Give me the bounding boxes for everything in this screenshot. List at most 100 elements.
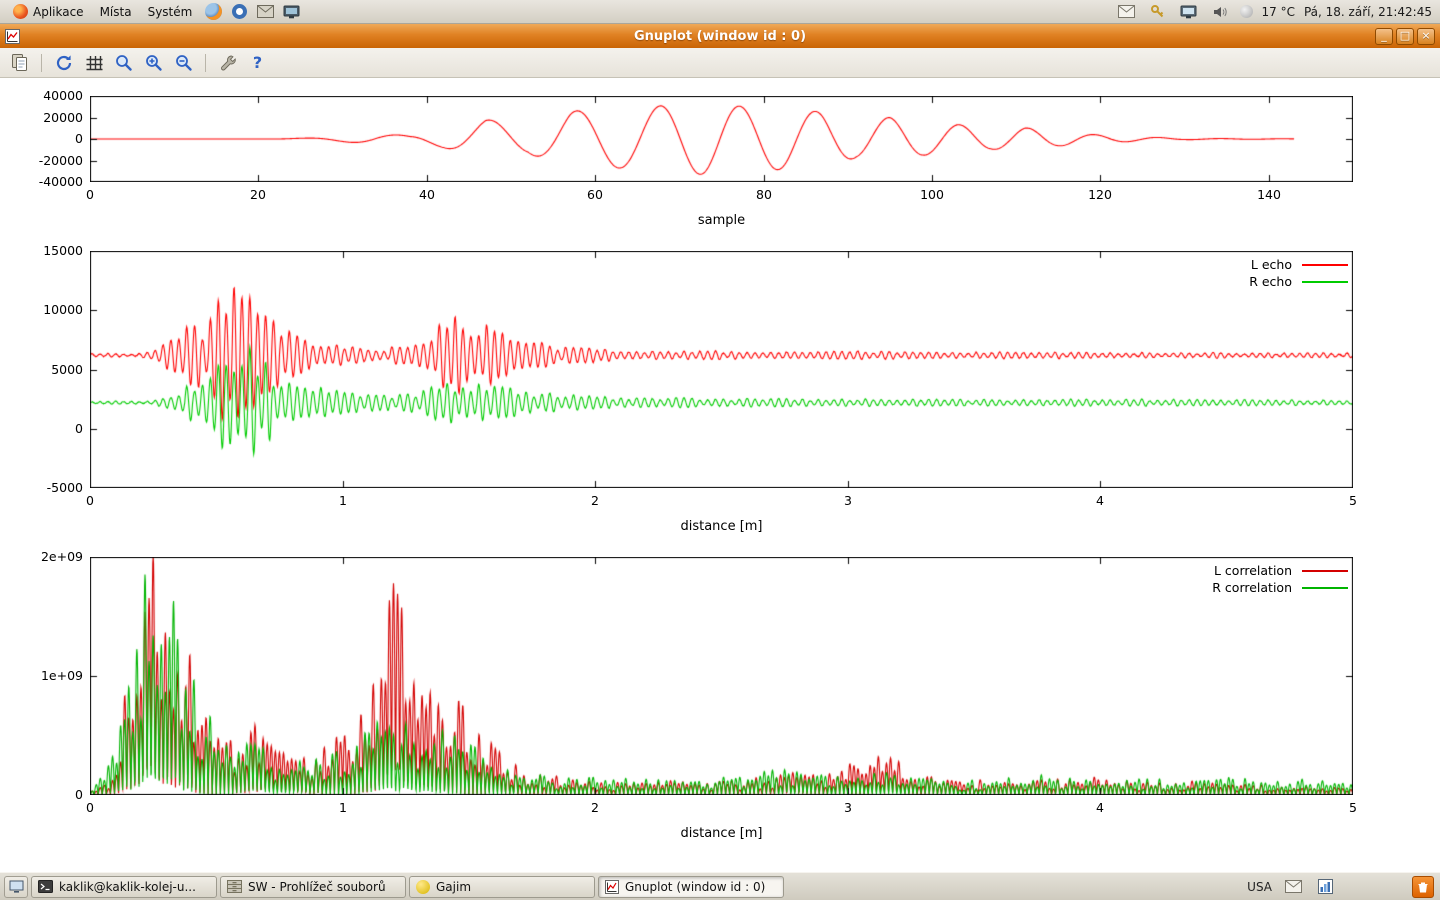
legend-label: R echo xyxy=(1249,274,1292,289)
x-tick-label: 80 xyxy=(734,187,794,202)
grid-icon xyxy=(84,53,104,73)
plot-canvas[interactable] xyxy=(90,251,1353,488)
ubuntu-logo-icon xyxy=(13,4,28,19)
taskbar: kaklik@kaklik-kolej-u... SW - Prohlížeč … xyxy=(0,872,1440,900)
x-tick-label: 0 xyxy=(60,800,120,815)
zoom-out-button[interactable] xyxy=(170,50,197,75)
gnuplot-toolbar: ? xyxy=(0,48,1440,78)
volume-icon xyxy=(1212,5,1228,19)
menu-places-label: Místa xyxy=(100,5,132,19)
keyboard-layout-indicator[interactable]: USA xyxy=(1247,880,1272,894)
trash-button[interactable] xyxy=(1412,876,1434,898)
zoom-icon xyxy=(114,53,134,73)
clock-applet[interactable]: Pá, 18. září, 21:42:45 xyxy=(1304,5,1432,19)
firefox-launcher-icon[interactable] xyxy=(201,1,225,23)
y-tick-label: 2e+09 xyxy=(3,549,83,564)
taskbar-mail-button[interactable] xyxy=(1282,876,1304,898)
menu-applications-label: Aplikace xyxy=(33,5,84,19)
x-axis-label: distance [m] xyxy=(90,826,1353,841)
x-tick-label: 40 xyxy=(397,187,457,202)
terminal-icon xyxy=(38,880,53,893)
taskbar-window-label: SW - Prohlížeč souborů xyxy=(248,880,399,894)
tray-volume-button[interactable] xyxy=(1209,1,1231,23)
plot-canvas[interactable] xyxy=(90,96,1353,182)
x-axis-tick-labels: 012345 xyxy=(90,800,1353,815)
mail-icon xyxy=(1285,880,1302,893)
x-tick-label: 0 xyxy=(60,493,120,508)
legend-entry: L echo xyxy=(1249,256,1348,273)
menu-applications[interactable]: Aplikace xyxy=(6,2,91,21)
trash-icon xyxy=(1416,880,1430,894)
x-tick-label: 4 xyxy=(1070,493,1130,508)
taskbar-window-gajim[interactable]: Gajim xyxy=(409,876,595,898)
taskbar-chart-button[interactable] xyxy=(1314,876,1336,898)
gajim-icon xyxy=(416,880,430,894)
legend: L correlationR correlation xyxy=(1212,562,1348,596)
tray-keyring-button[interactable] xyxy=(1147,1,1169,23)
weather-temperature[interactable]: 17 °C xyxy=(1262,5,1295,19)
legend-label: R correlation xyxy=(1212,580,1292,595)
zoom-region-button[interactable] xyxy=(110,50,137,75)
y-axis-tick-labels: 40000200000-20000-40000 xyxy=(3,96,83,182)
screen-launcher-icon[interactable] xyxy=(279,1,303,23)
y-tick-label: 20000 xyxy=(3,110,83,125)
show-desktop-button[interactable] xyxy=(4,876,28,898)
legend-entry: R echo xyxy=(1249,273,1348,290)
legend-line-sample xyxy=(1302,264,1348,266)
titlebar[interactable]: Gnuplot (window id : 0) _ □ × xyxy=(0,24,1440,48)
x-tick-label: 1 xyxy=(313,800,373,815)
tray-mail-button[interactable] xyxy=(1116,1,1138,23)
help-icon: ? xyxy=(253,53,262,72)
tray-display-button[interactable] xyxy=(1178,1,1200,23)
chart-icon xyxy=(1318,879,1333,894)
legend: L echo R echo xyxy=(1249,256,1348,290)
close-button[interactable]: × xyxy=(1417,28,1435,45)
y-tick-label: 40000 xyxy=(3,88,83,103)
taskbar-window-gnuplot[interactable]: Gnuplot (window id : 0) xyxy=(598,876,784,898)
menu-system[interactable]: Systém xyxy=(141,3,200,21)
mail-launcher-icon[interactable] xyxy=(253,1,277,23)
x-tick-label: 3 xyxy=(818,493,878,508)
system-tray: 17 °C Pá, 18. září, 21:42:45 xyxy=(1116,1,1435,23)
x-tick-label: 120 xyxy=(1070,187,1130,202)
y-axis-tick-labels: 2e+091e+090 xyxy=(3,557,83,795)
help-launcher-icon[interactable] xyxy=(227,1,251,23)
gnuplot-window: Gnuplot (window id : 0) _ □ × xyxy=(0,24,1440,872)
legend-line-sample xyxy=(1302,570,1348,572)
x-tick-label: 2 xyxy=(565,800,625,815)
show-desktop-icon xyxy=(9,879,24,894)
copy-to-clipboard-button[interactable] xyxy=(6,50,33,75)
legend-line-sample xyxy=(1302,281,1348,283)
configure-button[interactable] xyxy=(214,50,241,75)
toggle-grid-button[interactable] xyxy=(80,50,107,75)
copy-icon xyxy=(10,53,30,73)
mail-icon xyxy=(1118,5,1135,18)
gnuplot-icon xyxy=(605,880,619,894)
x-tick-label: 2 xyxy=(565,493,625,508)
y-tick-label: 10000 xyxy=(3,302,83,317)
y-tick-label: 0 xyxy=(3,131,83,146)
window-title: Gnuplot (window id : 0) xyxy=(0,29,1440,44)
x-tick-label: 1 xyxy=(313,493,373,508)
taskbar-window-file-manager[interactable]: SW - Prohlížeč souborů xyxy=(220,876,406,898)
menu-places[interactable]: Místa xyxy=(93,3,139,21)
file-manager-icon xyxy=(227,880,242,893)
replot-button[interactable] xyxy=(50,50,77,75)
minimize-button[interactable]: _ xyxy=(1375,28,1393,45)
plot-area: 40000200000-20000-40000 0204060801001201… xyxy=(0,78,1440,872)
x-tick-label: 60 xyxy=(565,187,625,202)
weather-icon xyxy=(1240,5,1253,18)
x-tick-label: 5 xyxy=(1323,800,1383,815)
plot-canvas[interactable] xyxy=(90,557,1353,795)
waveform-chart: 40000200000-20000-40000 0204060801001201… xyxy=(0,96,1440,256)
x-tick-label: 0 xyxy=(60,187,120,202)
x-axis-label: distance [m] xyxy=(90,519,1353,534)
help-button[interactable]: ? xyxy=(244,50,271,75)
taskbar-window-terminal[interactable]: kaklik@kaklik-kolej-u... xyxy=(31,876,217,898)
desktop-screen: Aplikace Místa Systém xyxy=(0,0,1440,900)
monitor-icon xyxy=(283,5,300,19)
legend-label: L echo xyxy=(1251,257,1292,272)
maximize-button[interactable]: □ xyxy=(1396,28,1414,45)
zoom-in-button[interactable] xyxy=(140,50,167,75)
x-tick-label: 4 xyxy=(1070,800,1130,815)
